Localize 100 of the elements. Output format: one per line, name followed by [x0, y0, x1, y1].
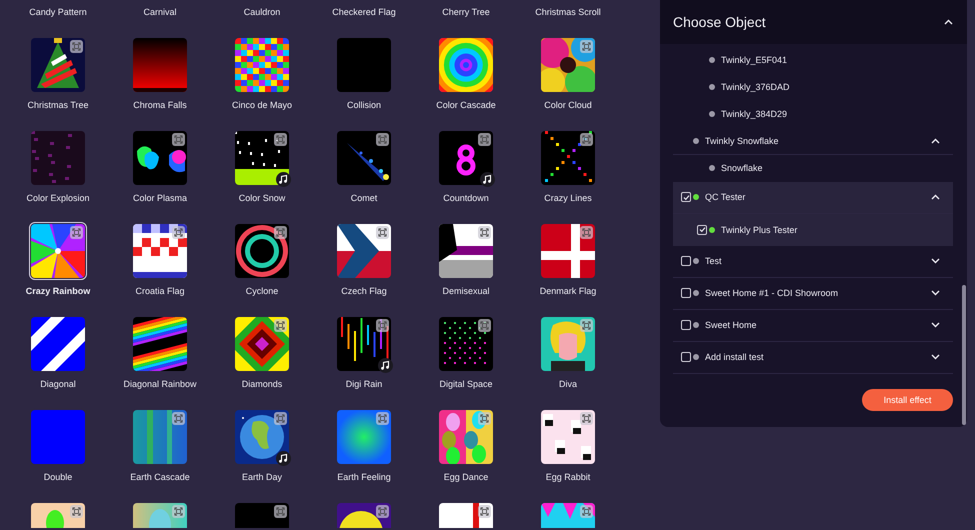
object-name[interactable]: Sweet Home #1 - CDI Showroom [705, 288, 931, 298]
object-name[interactable]: Twinkly Plus Tester [721, 224, 953, 234]
effect-tile[interactable] [439, 38, 493, 92]
frame-icon[interactable] [376, 319, 389, 332]
frame-icon[interactable] [274, 133, 287, 146]
effect-tile[interactable] [235, 224, 289, 278]
frame-icon[interactable] [478, 505, 491, 518]
effect-label: Crazy Rainbow [26, 285, 90, 298]
effect-tile[interactable] [235, 131, 289, 185]
effect-label: Color Snow [238, 192, 286, 205]
effect-tile[interactable] [541, 317, 595, 371]
effect-tile[interactable] [133, 503, 187, 528]
checkbox[interactable] [681, 320, 691, 330]
effect-tile[interactable] [133, 131, 187, 185]
frame-icon[interactable] [376, 133, 389, 146]
chevron-up-icon[interactable] [931, 194, 940, 200]
chevron-up-icon[interactable] [944, 19, 953, 25]
panel-title: Choose Object [673, 14, 766, 30]
effect-label: Digital Space [439, 378, 493, 391]
effect-tile[interactable] [31, 503, 85, 528]
effect-label: Carnival [143, 6, 176, 19]
effect-label: Candy Pattern [29, 6, 87, 19]
frame-icon[interactable] [274, 505, 287, 518]
effect-tile[interactable] [541, 503, 595, 528]
effect-tile[interactable] [439, 317, 493, 371]
chevron-up-icon[interactable] [931, 138, 940, 144]
effect-tile[interactable] [337, 131, 391, 185]
chevron-down-icon[interactable] [931, 354, 940, 360]
effect-label: Cauldron [244, 6, 280, 19]
effect-tile[interactable] [337, 224, 391, 278]
effect-tile[interactable] [133, 38, 187, 92]
effect-label: Cyclone [246, 285, 278, 298]
object-name[interactable]: Twinkly_E5F041 [721, 55, 953, 65]
checkbox[interactable] [681, 256, 691, 266]
effect-label: Double [44, 471, 72, 484]
object-name[interactable]: Twinkly Snowflake [705, 136, 931, 146]
effect-tile[interactable] [133, 224, 187, 278]
frame-icon[interactable] [274, 226, 287, 239]
effect-label: Collision [346, 99, 381, 112]
effect-tile[interactable] [235, 38, 289, 92]
effect-tile[interactable] [439, 131, 493, 185]
effect-label: Countdown [443, 192, 489, 205]
checkbox[interactable] [681, 352, 691, 362]
effect-tile[interactable] [235, 503, 289, 528]
object-name[interactable]: Twinkly_376DAD [721, 82, 953, 92]
frame-icon[interactable] [274, 412, 287, 425]
object-name[interactable]: Add install test [705, 352, 931, 362]
effect-tile[interactable] [31, 38, 85, 92]
effect-tile[interactable] [31, 131, 85, 185]
frame-icon[interactable] [478, 412, 491, 425]
effect-label: Color Plasma [132, 192, 188, 205]
checkbox[interactable] [681, 288, 691, 298]
frame-icon[interactable] [172, 226, 185, 239]
object-name[interactable]: Twinkly_384D29 [721, 109, 953, 119]
frame-icon[interactable] [478, 133, 491, 146]
frame-icon[interactable] [172, 133, 185, 146]
effect-label: Diva [558, 378, 577, 391]
chevron-down-icon[interactable] [931, 322, 940, 328]
object-name[interactable]: Test [705, 256, 931, 266]
effect-tile[interactable] [439, 503, 493, 528]
chevron-down-icon[interactable] [931, 290, 940, 296]
checkbox[interactable] [681, 192, 691, 202]
frame-icon[interactable] [70, 505, 83, 518]
effect-label: Egg Rabbit [546, 471, 590, 484]
frame-icon[interactable] [274, 319, 287, 332]
frame-icon[interactable] [376, 226, 389, 239]
effect-tile[interactable] [31, 410, 85, 464]
frame-icon[interactable] [70, 40, 83, 53]
effect-tile[interactable] [235, 410, 289, 464]
effect-label: Earth Feeling [337, 471, 391, 484]
frame-icon[interactable] [580, 133, 593, 146]
effect-tile[interactable] [235, 317, 289, 371]
checkbox[interactable] [697, 224, 707, 234]
effect-tile[interactable] [541, 38, 595, 92]
effect-label: Diamonds [242, 378, 282, 391]
object-name[interactable]: Sweet Home [705, 320, 931, 330]
effect-tile[interactable] [541, 131, 595, 185]
effect-tile[interactable] [31, 224, 85, 278]
effect-tile[interactable] [337, 38, 391, 92]
chevron-down-icon[interactable] [931, 258, 940, 264]
effect-tile[interactable] [337, 410, 391, 464]
effect-label: Crazy Lines [544, 192, 592, 205]
effect-tile[interactable] [439, 224, 493, 278]
frame-icon[interactable] [580, 412, 593, 425]
frame-icon[interactable] [478, 226, 491, 239]
frame-icon[interactable] [478, 319, 491, 332]
effect-tile[interactable] [439, 410, 493, 464]
frame-icon[interactable] [580, 319, 593, 332]
effect-label: Chroma Falls [133, 99, 187, 112]
effect-tile[interactable] [133, 410, 187, 464]
effect-tile[interactable] [337, 503, 391, 528]
scrollbar-thumb[interactable] [962, 285, 966, 425]
object-name[interactable]: Snowflake [721, 163, 953, 173]
object-name[interactable]: QC Tester [705, 192, 931, 202]
effect-tile[interactable] [541, 224, 595, 278]
effect-label: Diagonal Rainbow [123, 378, 197, 391]
effect-tile[interactable] [541, 410, 595, 464]
effect-tile[interactable] [337, 317, 391, 371]
effect-tile[interactable] [31, 317, 85, 371]
effect-tile[interactable] [133, 317, 187, 371]
